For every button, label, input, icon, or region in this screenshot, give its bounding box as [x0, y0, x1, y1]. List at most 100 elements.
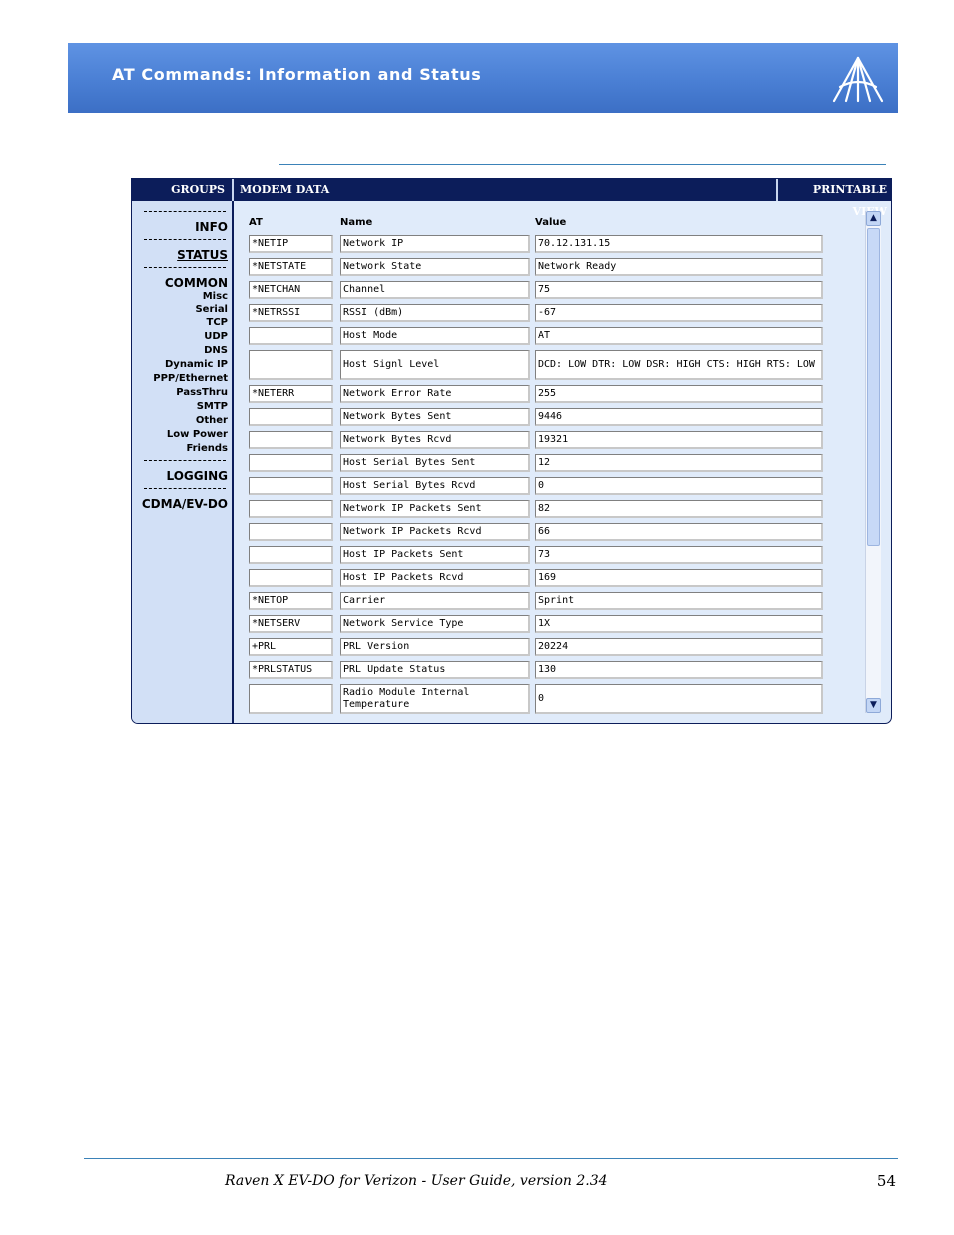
sidebar-item-cdma-ev-do[interactable]: CDMA/EV-DO	[142, 497, 228, 511]
sidebar-item-logging[interactable]: LOGGING	[167, 469, 228, 483]
sidebar-item-status[interactable]: STATUS	[177, 248, 228, 262]
sidebar-item-friends[interactable]: Friends	[186, 443, 228, 454]
field-at	[249, 546, 333, 564]
field-name-text: PRL Version	[343, 640, 410, 652]
sidebar-item-misc[interactable]: Misc	[203, 291, 228, 302]
field-value-text: 66	[538, 525, 551, 537]
page-number: 54	[876, 1172, 896, 1190]
field-name-text: Radio Module Internal Temperature	[343, 686, 470, 710]
field-value: 130	[535, 661, 823, 679]
field-name-text: Host IP Packets Rcvd	[343, 571, 464, 583]
field-value-text: 1X	[538, 617, 551, 629]
sidebar-separator	[144, 460, 226, 462]
field-name: PRL Version	[340, 638, 530, 656]
topbar-divider	[776, 179, 778, 201]
sidebar-separator	[144, 488, 226, 490]
modem-data-panel: AT Name Value *NETIP Network IP 70.12.131.…	[235, 201, 891, 723]
field-value-text: 130	[538, 663, 557, 675]
sidebar-item-passthru[interactable]: PassThru	[176, 387, 228, 398]
field-at: *NETERR	[249, 385, 333, 403]
field-name: Network State	[340, 258, 530, 276]
field-value-text: -67	[538, 306, 557, 318]
field-value: AT	[535, 327, 823, 345]
field-name-text: Host Signl Level	[343, 358, 440, 370]
scroll-up-icon[interactable]: ▲	[866, 211, 881, 226]
sidebar-separator	[144, 239, 226, 241]
field-name-text: Host Mode	[343, 329, 398, 341]
field-at: *NETIP	[249, 235, 333, 253]
sidebar-separator	[144, 267, 226, 269]
field-value-text: 82	[538, 502, 551, 514]
sidebar-item-common[interactable]: COMMON	[165, 276, 228, 290]
field-at-text: *NETSERV	[252, 617, 301, 629]
sidebar-item-serial[interactable]: Serial	[195, 304, 228, 315]
panel-scrollbar[interactable]: ▲ ▼	[865, 211, 881, 713]
field-value-text: 12	[538, 456, 551, 468]
field-value: DCD: LOW DTR: LOW DSR: HIGH CTS: HIGH RT…	[535, 350, 823, 380]
sidebar-item-info[interactable]: INFO	[195, 220, 228, 234]
sidebar-item-smtp[interactable]: SMTP	[197, 401, 228, 412]
field-name-text: Carrier	[343, 594, 386, 606]
field-at	[249, 523, 333, 541]
field-value-text: Network Ready	[538, 260, 617, 272]
sidebar-item-tcp[interactable]: TCP	[207, 317, 229, 328]
field-name: Network IP Packets Sent	[340, 500, 530, 518]
field-name: Network Bytes Sent	[340, 408, 530, 426]
field-name-text: Network Error Rate	[343, 387, 452, 399]
field-value: Network Ready	[535, 258, 823, 276]
field-value-text: 255	[538, 387, 557, 399]
field-name: Network Bytes Rcvd	[340, 431, 530, 449]
field-name-text: Network IP Packets Sent	[343, 502, 482, 514]
field-name: Radio Module Internal Temperature	[340, 684, 530, 714]
modem-topbar: GROUPS MODEM DATA PRINTABLE VIEW	[132, 179, 891, 218]
field-name-text: Network IP	[343, 237, 404, 249]
sidebar-item-dynamic-ip[interactable]: Dynamic IP	[165, 359, 228, 370]
field-value-text: 9446	[538, 410, 563, 422]
field-at-text: *NETERR	[252, 387, 295, 399]
field-name: Host Serial Bytes Rcvd	[340, 477, 530, 495]
field-at	[249, 350, 333, 380]
field-name: Network Error Rate	[340, 385, 530, 403]
field-value-text: AT	[538, 329, 551, 341]
field-value: 70.12.131.15	[535, 235, 823, 253]
field-name-text: Network Bytes Sent	[343, 410, 452, 422]
field-value: 82	[535, 500, 823, 518]
field-value-text: 70.12.131.15	[538, 237, 611, 249]
field-at-text: *PRLSTATUS	[252, 663, 313, 675]
field-at: +PRL	[249, 638, 333, 656]
sidebar-item-ppp-ethernet[interactable]: PPP/Ethernet	[153, 373, 228, 384]
scroll-down-icon[interactable]: ▼	[866, 698, 881, 713]
field-value: 0	[535, 684, 823, 714]
sidebar-item-other[interactable]: Other	[196, 415, 228, 426]
field-name: RSSI (dBm)	[340, 304, 530, 322]
field-name: Host Signl Level	[340, 350, 530, 380]
field-at	[249, 500, 333, 518]
scroll-thumb[interactable]	[867, 228, 880, 546]
field-value: 1X	[535, 615, 823, 633]
field-name: Host Mode	[340, 327, 530, 345]
field-name: Host IP Packets Rcvd	[340, 569, 530, 587]
field-value-text: 0	[538, 479, 545, 491]
field-value-text: DCD: LOW DTR: LOW DSR: HIGH CTS: HIGH RT…	[538, 358, 815, 370]
field-name-text: Network State	[343, 260, 422, 272]
column-header-name: Name	[340, 217, 373, 228]
field-value: -67	[535, 304, 823, 322]
field-at: *NETSTATE	[249, 258, 333, 276]
field-name-text: Host IP Packets Sent	[343, 548, 464, 560]
sidebar-item-dns[interactable]: DNS	[204, 345, 228, 356]
field-value: 75	[535, 281, 823, 299]
groups-sidebar: INFO STATUS COMMON Misc Serial TCP UDP DNS Dynam…	[132, 201, 234, 723]
field-value-text: 169	[538, 571, 557, 583]
field-name: Network Service Type	[340, 615, 530, 633]
field-at: *NETRSSI	[249, 304, 333, 322]
field-value: 20224	[535, 638, 823, 656]
sidebar-item-low-power[interactable]: Low Power	[167, 429, 228, 440]
field-value-text: 73	[538, 548, 551, 560]
field-name: Host IP Packets Sent	[340, 546, 530, 564]
column-header-value: Value	[535, 217, 567, 228]
field-name-text: RSSI (dBm)	[343, 306, 404, 318]
printable-view-link[interactable]: PRINTABLE VIEW	[783, 179, 887, 218]
sidebar-item-udp[interactable]: UDP	[204, 331, 228, 342]
field-name: Network IP	[340, 235, 530, 253]
footer-rule	[84, 1158, 898, 1159]
